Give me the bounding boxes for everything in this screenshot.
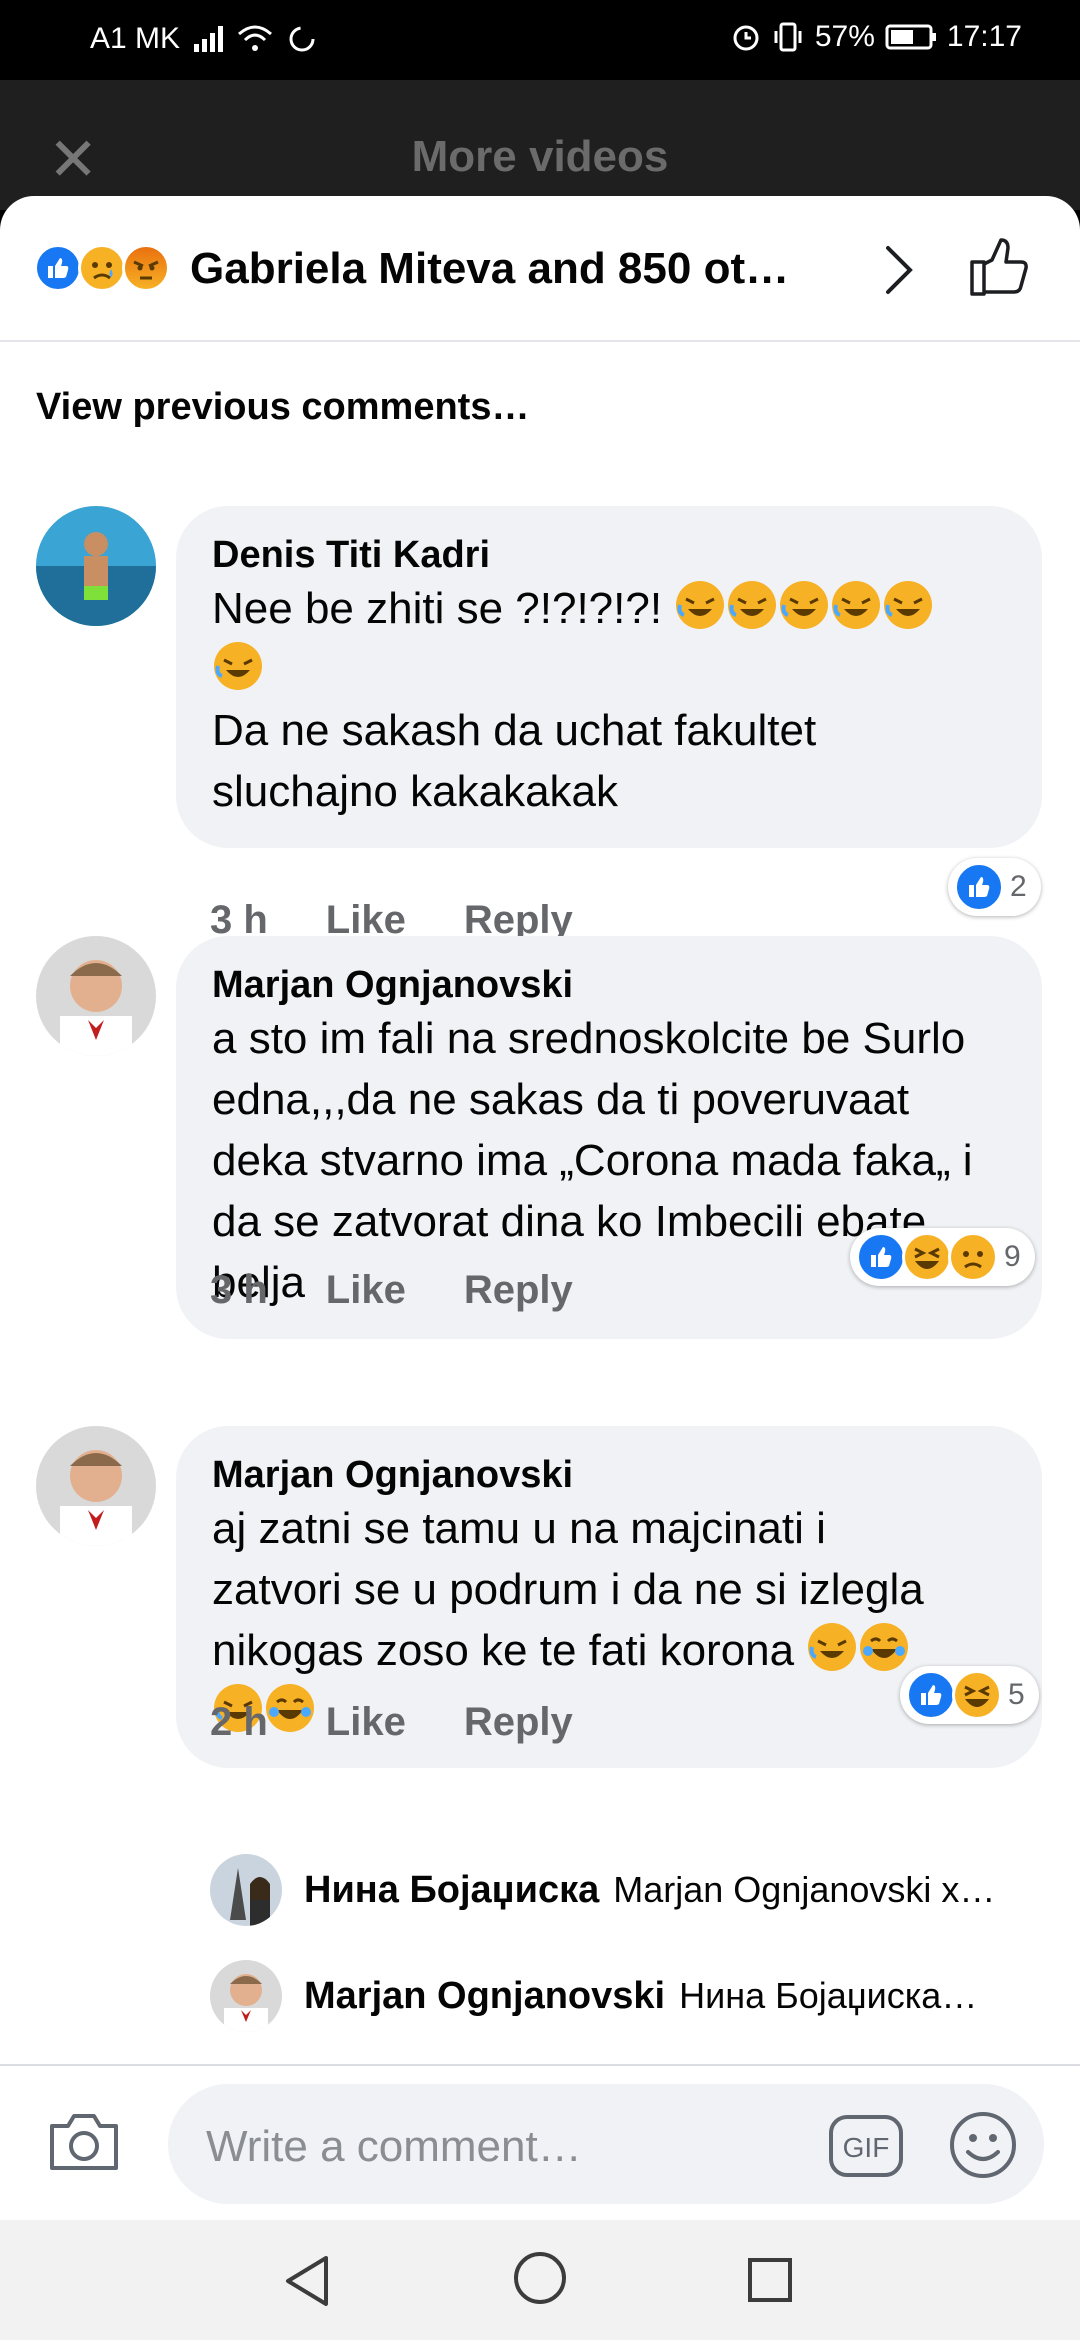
clock: 17:17 — [946, 20, 1022, 53]
view-previous-comments[interactable]: View previous comments… — [36, 386, 529, 429]
comment-text-line: Da ne sakash da uchat fakultet — [212, 706, 817, 755]
reply-preview[interactable]: Marjan Ognjanovski Нина Бојаџиска… — [210, 1956, 1050, 2036]
reaction-count: 9 — [1004, 1240, 1021, 1273]
thumbs-up-icon[interactable] — [966, 234, 1032, 300]
comment-text-line: Nee be zhiti se ?!?!?!?! — [212, 584, 675, 633]
alarm-icon — [733, 25, 759, 51]
avatar[interactable] — [36, 1426, 156, 1546]
comments-sheet: Gabriela Miteva and 850 ot… View previou… — [0, 196, 1080, 2186]
reaction-count-badge[interactable]: 9 — [850, 1228, 1035, 1286]
like-reaction-icon — [954, 862, 1004, 912]
status-bar: A1 MK 57% 17:17 — [0, 0, 1080, 80]
reactions-names: Gabriela Miteva and 850 ot… — [190, 244, 790, 293]
emoji-icon[interactable] — [948, 2110, 1018, 2180]
reply-preview[interactable]: Нина Бојаџиска Marjan Ognjanovski х… — [210, 1850, 1050, 1930]
comment-author[interactable]: Marjan Ognjanovski — [212, 1452, 1006, 1498]
rofl-emoji-icon — [832, 581, 881, 629]
reply-button[interactable]: Reply — [464, 1700, 573, 1745]
home-icon[interactable] — [512, 2250, 568, 2306]
avatar[interactable] — [210, 1960, 282, 2032]
rofl-emoji-icon — [676, 581, 725, 629]
back-icon[interactable] — [282, 2254, 332, 2308]
comment-actions: 3 h Like Reply — [210, 1268, 573, 1313]
rofl-emoji-icon — [808, 1623, 857, 1671]
battery-percent: 57% — [814, 20, 875, 53]
reaction-count: 5 — [1008, 1678, 1025, 1711]
comment-actions: 2 h Like Reply — [210, 1700, 573, 1745]
like-button[interactable]: Like — [326, 1268, 406, 1313]
rofl-emoji-icon — [214, 642, 262, 690]
like-reaction-icon — [856, 1232, 906, 1282]
reply-snippet: Нина Бојаџиска… — [679, 1975, 978, 2016]
tears-of-joy-emoji-icon — [860, 1623, 909, 1671]
page-title: More videos — [411, 132, 669, 181]
angry-reaction-icon — [122, 244, 170, 292]
gif-icon[interactable]: GIF — [828, 2114, 904, 2178]
avatar[interactable] — [36, 506, 156, 626]
rofl-emoji-icon — [884, 581, 933, 629]
comment-placeholder: Write a comment… — [206, 2122, 582, 2171]
reaction-count: 2 — [1010, 870, 1027, 903]
comment-text: Nee be zhiti se ?!?!?!?! Da ne sakash da… — [212, 578, 1006, 822]
reply-snippet: Marjan Ognjanovski х… — [613, 1869, 996, 1910]
camera-icon[interactable] — [46, 2108, 122, 2174]
wifi-icon — [238, 25, 273, 51]
reaction-icons — [34, 244, 170, 292]
haha-reaction-icon — [952, 1670, 1002, 1720]
haha-reaction-icon — [902, 1232, 952, 1282]
comment-text-line: nikogas zoso ke te fati korona — [212, 1626, 807, 1675]
comment-bubble[interactable]: Denis Titi Kadri Nee be zhiti se ?!?!?!?… — [176, 506, 1042, 848]
background-header: ✕ More videos — [0, 80, 1080, 210]
sync-icon — [289, 26, 315, 52]
comment-text-line: sluchajno kakakakak — [212, 767, 619, 816]
vibrate-icon — [774, 22, 802, 52]
rofl-emoji-icon — [780, 581, 829, 629]
comment-author[interactable]: Marjan Ognjanovski — [212, 962, 1006, 1008]
rofl-emoji-icon — [728, 581, 777, 629]
sad-reaction-icon — [948, 1232, 998, 1282]
recent-apps-icon[interactable] — [746, 2256, 794, 2304]
avatar[interactable] — [210, 1854, 282, 1926]
reply-author[interactable]: Нина Бојаџиска — [304, 1869, 599, 1912]
system-nav-bar — [0, 2220, 1080, 2340]
reply-author[interactable]: Marjan Ognjanovski — [304, 1975, 665, 2018]
gif-label: GIF — [843, 2132, 890, 2163]
like-reaction-icon — [34, 244, 82, 292]
battery-icon — [885, 24, 936, 50]
comment-text-line: zatvori se u podrum i da ne si izlegla — [212, 1565, 924, 1614]
reply-button[interactable]: Reply — [464, 1268, 573, 1313]
avatar[interactable] — [36, 936, 156, 1056]
carrier-label: A1 MK — [90, 22, 181, 55]
like-reaction-icon — [906, 1670, 956, 1720]
comment-time: 3 h — [210, 1268, 268, 1312]
comment-author[interactable]: Denis Titi Kadri — [212, 532, 1006, 578]
chevron-right-icon[interactable] — [880, 242, 916, 298]
comment-input[interactable]: Write a comment… GIF — [168, 2084, 1044, 2204]
reaction-count-badge[interactable]: 2 — [948, 858, 1041, 916]
comment-time: 2 h — [210, 1700, 268, 1744]
like-button[interactable]: Like — [326, 1700, 406, 1745]
comment-text-line: aj zatni se tamu u na majcinati i — [212, 1504, 826, 1553]
sad-reaction-icon — [78, 244, 126, 292]
reaction-count-badge[interactable]: 5 — [900, 1666, 1039, 1724]
comment-composer: Write a comment… GIF — [0, 2064, 1080, 2224]
signal-icon — [194, 26, 224, 52]
reactions-summary[interactable]: Gabriela Miteva and 850 ot… — [0, 196, 1080, 342]
